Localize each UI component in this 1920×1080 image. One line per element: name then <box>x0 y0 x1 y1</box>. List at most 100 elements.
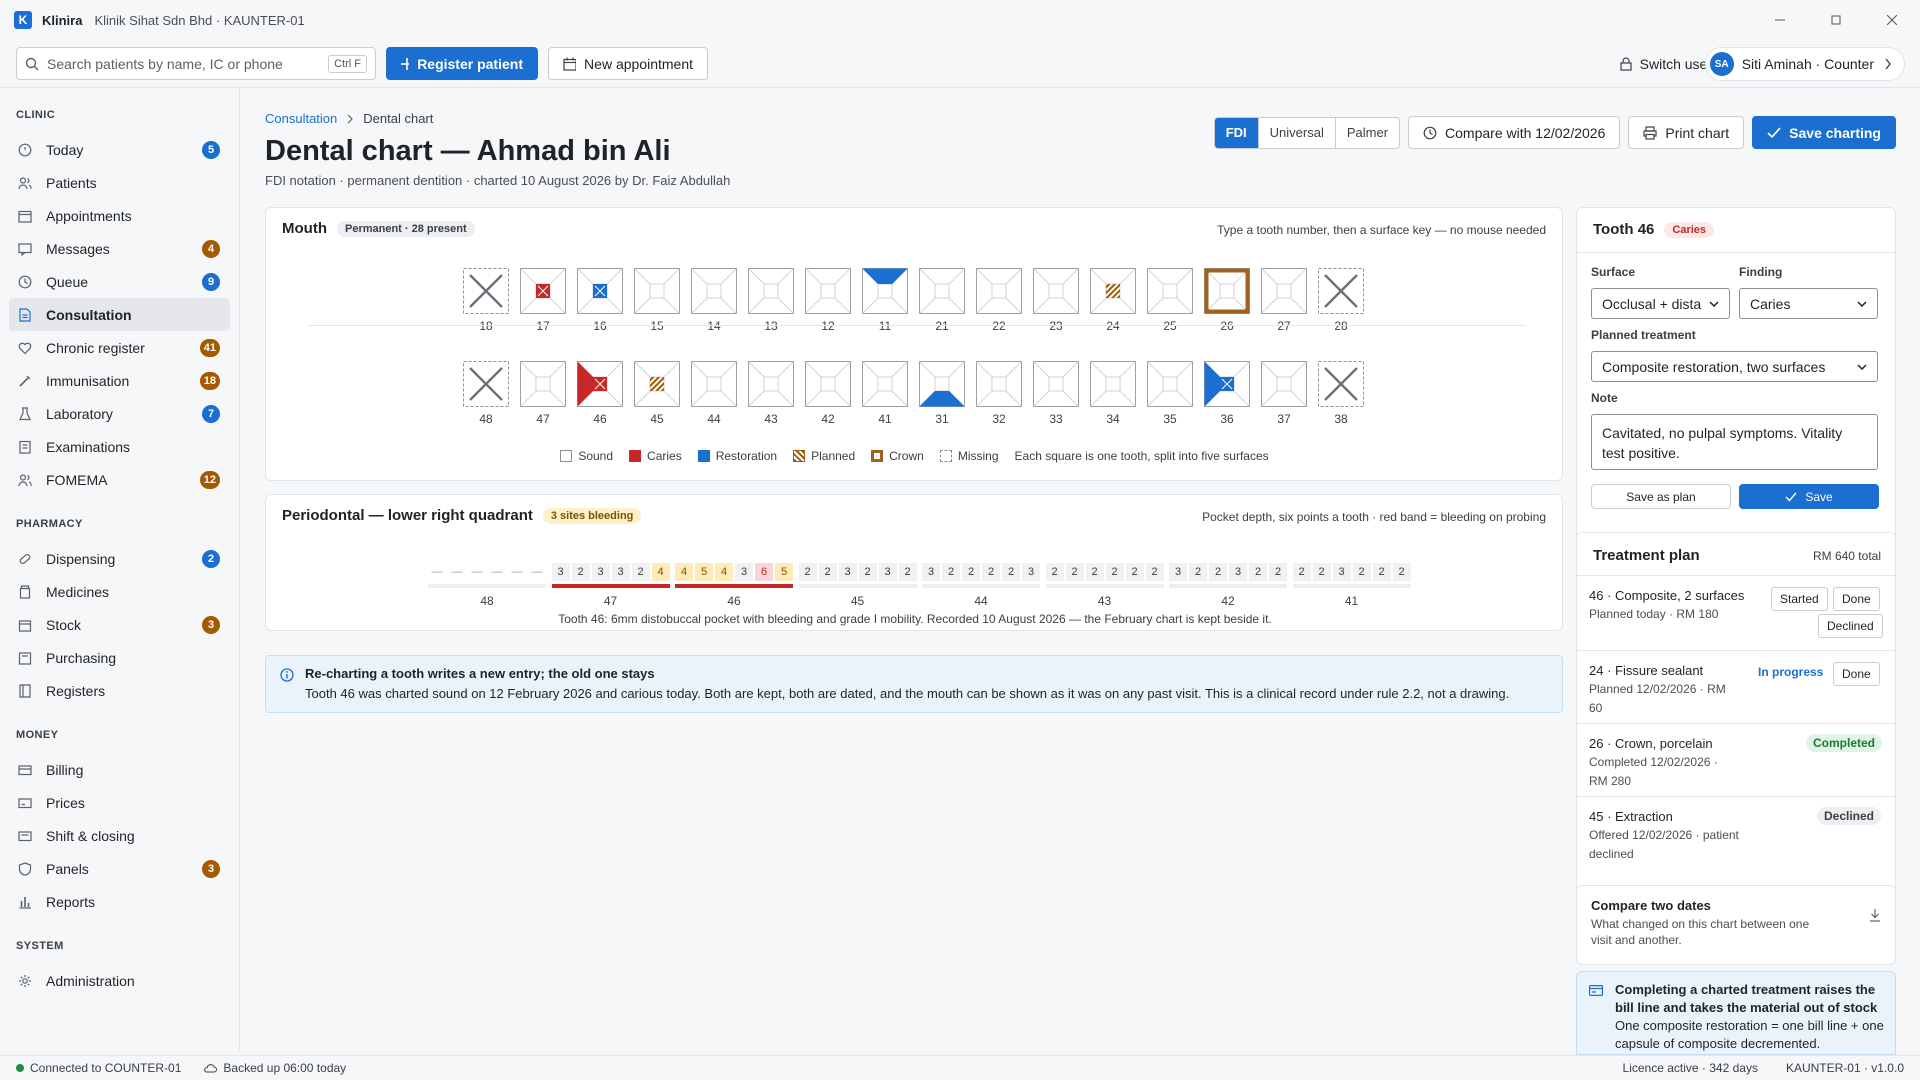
sidebar-item-panels[interactable]: Panels 3 <box>9 852 230 885</box>
new-appointment-button[interactable]: New appointment <box>548 47 708 80</box>
tooth-24[interactable] <box>1090 268 1136 314</box>
tooth-28[interactable] <box>1318 268 1364 314</box>
tooth-35[interactable] <box>1147 361 1193 407</box>
sidebar-item-immunisation[interactable]: Immunisation 18 <box>9 364 230 397</box>
done-button[interactable]: Done <box>1833 587 1880 611</box>
sidebar-item-label: Administration <box>46 972 135 989</box>
pocket-depth: — <box>508 563 526 581</box>
finding-select[interactable]: Caries <box>1739 288 1878 319</box>
tooth-36[interactable] <box>1204 361 1250 407</box>
app-name: Klinira <box>42 12 83 28</box>
tooth-46[interactable] <box>577 361 623 407</box>
pocket-depth: 2 <box>1352 563 1371 581</box>
sidebar-item-today[interactable]: Today 5 <box>9 133 230 166</box>
tooth-32[interactable] <box>976 361 1022 407</box>
sidebar-item-medicines[interactable]: Medicines <box>9 575 230 608</box>
tooth-21[interactable] <box>919 268 965 314</box>
tooth-25[interactable] <box>1147 268 1193 314</box>
tooth-33[interactable] <box>1033 361 1079 407</box>
tooth-panel-title: Tooth 46 <box>1593 221 1655 238</box>
started-button[interactable]: Started <box>1771 587 1828 611</box>
sidebar-item-queue[interactable]: Queue 9 <box>9 265 230 298</box>
minimize-icon[interactable] <box>1752 0 1808 40</box>
tooth-44[interactable] <box>691 361 737 407</box>
window-controls <box>1752 0 1920 40</box>
tooth-17[interactable] <box>520 268 566 314</box>
sidebar-item-billing[interactable]: Billing <box>9 753 230 786</box>
tooth-48[interactable] <box>463 361 509 407</box>
sidebar-item-chronic-register[interactable]: Chronic register 41 <box>9 331 230 364</box>
tooth-26[interactable] <box>1204 268 1250 314</box>
save-charting-button[interactable]: Save charting <box>1752 116 1896 149</box>
sidebar-item-patients[interactable]: Patients <box>9 166 230 199</box>
search-input[interactable] <box>47 55 329 72</box>
compare-dates-card[interactable]: Compare two dates What changed on this c… <box>1576 885 1896 965</box>
tooth-34[interactable] <box>1090 361 1136 407</box>
sidebar-item-purchasing[interactable]: Purchasing <box>9 641 230 674</box>
sidebar-item-registers[interactable]: Registers <box>9 674 230 707</box>
print-chart-button[interactable]: Print chart <box>1628 116 1745 149</box>
switch-user-button[interactable]: Switch user <box>1620 40 1712 88</box>
perio-tooth-47[interactable]: 3 2 3 3 2 4 47 <box>551 563 670 608</box>
plan-item-meta: Planned 12/02/2026 · RM 60 <box>1589 682 1726 715</box>
perio-tooth-45[interactable]: 2 2 3 2 3 2 45 <box>798 563 917 608</box>
breadcrumb-consultation[interactable]: Consultation <box>265 111 337 126</box>
tooth-37[interactable] <box>1261 361 1307 407</box>
perio-tooth-43[interactable]: 2 2 2 2 2 2 43 <box>1045 563 1164 608</box>
notation-palmer[interactable]: Palmer <box>1334 117 1399 148</box>
pocket-depth: 3 <box>1332 563 1351 581</box>
declined-button[interactable]: Declined <box>1818 614 1883 638</box>
treatment-select[interactable]: Composite restoration, two surfaces <box>1591 351 1878 382</box>
tooth-11[interactable] <box>862 268 908 314</box>
tooth-15[interactable] <box>634 268 680 314</box>
sidebar-item-dispensing[interactable]: Dispensing 2 <box>9 542 230 575</box>
notation-fdi[interactable]: FDI <box>1214 117 1258 148</box>
sidebar-item-shift-closing[interactable]: Shift & closing <box>9 819 230 852</box>
sidebar-item-reports[interactable]: Reports <box>9 885 230 918</box>
tooth-42[interactable] <box>805 361 851 407</box>
perio-tooth-44[interactable]: 3 2 2 2 2 3 44 <box>922 563 1040 608</box>
sidebar-item-stock[interactable]: Stock 3 <box>9 608 230 641</box>
sidebar-item-messages[interactable]: Messages 4 <box>9 232 230 265</box>
perio-tooth-42[interactable]: 3 2 2 3 2 2 42 <box>1169 563 1287 608</box>
tooth-23[interactable] <box>1033 268 1079 314</box>
tooth-38[interactable] <box>1318 361 1364 407</box>
sidebar-item-administration[interactable]: Administration <box>9 964 230 997</box>
sidebar-item-examinations[interactable]: Examinations <box>9 430 230 463</box>
tooth-27[interactable] <box>1261 268 1307 314</box>
user-menu[interactable]: SA Siti Aminah · Counter <box>1704 47 1905 81</box>
close-icon[interactable] <box>1864 0 1920 40</box>
maximize-icon[interactable] <box>1808 0 1864 40</box>
save-as-plan-button[interactable]: Save as plan <box>1591 484 1731 509</box>
treatment-label: Planned treatment <box>1591 328 1696 342</box>
tooth-31[interactable] <box>919 361 965 407</box>
tooth-14[interactable] <box>691 268 737 314</box>
sidebar-item-consultation[interactable]: Consultation <box>9 298 230 331</box>
surface-select[interactable]: Occlusal + dista <box>1591 288 1730 319</box>
tooth-13[interactable] <box>748 268 794 314</box>
sidebar-item-laboratory[interactable]: Laboratory 7 <box>9 397 230 430</box>
sidebar-item-prices[interactable]: Prices <box>9 786 230 819</box>
perio-tooth-46[interactable]: 4 5 4 3 6 5 46 <box>675 563 793 608</box>
registers-icon <box>18 683 32 698</box>
sidebar-item-fomema[interactable]: FOMEMA 12 <box>9 463 230 496</box>
note-field[interactable]: Cavitated, no pulpal symptoms. Vitality … <box>1591 414 1878 470</box>
done-button[interactable]: Done <box>1833 662 1880 686</box>
compare-button[interactable]: Compare with 12/02/2026 <box>1408 116 1621 149</box>
tooth-45[interactable] <box>634 361 680 407</box>
save-tooth-button[interactable]: Save <box>1739 484 1879 509</box>
tooth-22[interactable] <box>976 268 1022 314</box>
patient-search[interactable]: Ctrl F <box>16 47 376 80</box>
tooth-43[interactable] <box>748 361 794 407</box>
legend-missing: Missing <box>939 449 999 463</box>
tooth-16[interactable] <box>577 268 623 314</box>
notation-universal[interactable]: Universal <box>1257 117 1335 148</box>
tooth-41[interactable] <box>862 361 908 407</box>
perio-tooth-48[interactable]: — — — — — —48 <box>428 563 546 608</box>
perio-tooth-41[interactable]: 2 2 3 2 2 2 41 <box>1292 563 1411 608</box>
tooth-18[interactable] <box>463 268 509 314</box>
tooth-12[interactable] <box>805 268 851 314</box>
sidebar-item-appointments[interactable]: Appointments <box>9 199 230 232</box>
tooth-47[interactable] <box>520 361 566 407</box>
register-patient-button[interactable]: Register patient <box>386 47 538 80</box>
